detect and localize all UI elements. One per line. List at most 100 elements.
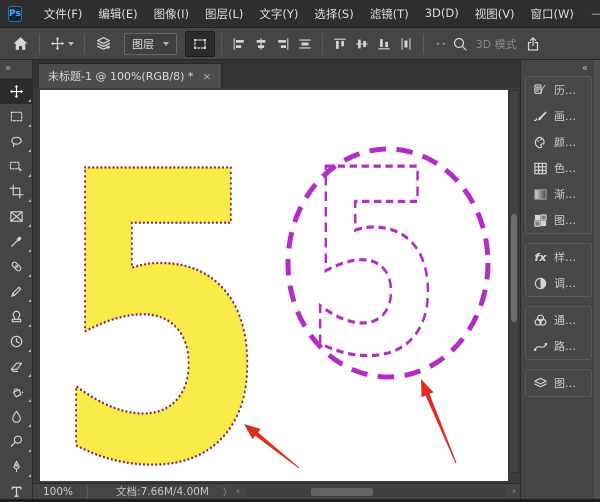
layer-select-dropdown[interactable]: 图层: [124, 33, 177, 55]
menu-image[interactable]: 图像(I): [146, 1, 197, 27]
vertical-scrollbar[interactable]: [509, 90, 519, 473]
menu-view[interactable]: 视图(V): [467, 1, 523, 27]
align-left-icon: [232, 37, 246, 51]
color-icon: [533, 135, 548, 150]
adjustments-icon: [533, 276, 548, 291]
auto-select-button[interactable]: [91, 31, 116, 57]
home-button[interactable]: [8, 31, 33, 57]
tool-clone-stamp[interactable]: [0, 304, 33, 329]
blur-icon: [9, 409, 24, 424]
panel-tab-paths[interactable]: 路…: [526, 333, 591, 359]
panel-tab-gradients[interactable]: 渐…: [526, 181, 591, 207]
panel-tab-patterns[interactable]: 图…: [526, 207, 591, 233]
tool-lasso[interactable]: [0, 129, 33, 154]
menu-layer[interactable]: 图层(L): [197, 1, 251, 27]
tool-blur[interactable]: [0, 404, 33, 429]
tool-crop[interactable]: [0, 179, 33, 204]
dashed-number: 5: [305, 116, 442, 413]
menu-3d[interactable]: 3D(D): [417, 1, 467, 27]
tool-dodge[interactable]: [0, 429, 33, 454]
panel-tab-channels[interactable]: 通…: [526, 307, 591, 333]
zoom-level[interactable]: 100%: [33, 486, 88, 498]
photoshop-window: Ps 文件(F) 编辑(E) 图像(I) 图层(L) 文字(Y) 选择(S) 滤…: [0, 0, 600, 502]
distribute-vertical-button[interactable]: [395, 31, 417, 57]
minimize-button[interactable]: —: [582, 0, 600, 27]
tool-paint-bucket[interactable]: [0, 379, 33, 404]
tool-eraser[interactable]: [0, 354, 33, 379]
align-middle-vertical-button[interactable]: [351, 31, 373, 57]
patterns-icon: [533, 213, 548, 228]
status-flyout-arrow[interactable]: 〉: [223, 485, 232, 498]
menu-edit[interactable]: 编辑(E): [90, 1, 145, 27]
eyedropper-icon: [9, 234, 24, 249]
status-bar: 100% 文档:7.66M/4.00M 〉 ‹ ›: [33, 483, 520, 499]
show-transform-controls-button[interactable]: [185, 31, 215, 57]
panel-tab-styles[interactable]: fx 样…: [526, 244, 591, 270]
document-title: 未标题-1 @ 100%(RGB/8) *: [48, 68, 193, 84]
document-tab[interactable]: 未标题-1 @ 100%(RGB/8) * ×: [38, 63, 222, 88]
panel-tab-history[interactable]: 历…: [526, 77, 591, 103]
transform-controls-icon: [192, 36, 208, 52]
panel-tab-color[interactable]: 颜…: [526, 129, 591, 155]
align-bottom-button[interactable]: [373, 31, 395, 57]
menu-items: 文件(F) 编辑(E) 图像(I) 图层(L) 文字(Y) 选择(S) 滤镜(T…: [36, 1, 582, 27]
menu-select[interactable]: 选择(S): [306, 1, 361, 27]
canvas[interactable]: 5 5: [40, 90, 508, 481]
paint-bucket-icon: [9, 384, 24, 399]
vertical-scrollbar-thumb[interactable]: [511, 214, 517, 322]
align-top-icon: [333, 37, 347, 51]
toolbar-expand-button[interactable]: »: [0, 60, 32, 79]
scroll-left-arrow[interactable]: ‹: [236, 486, 240, 497]
align-right-button[interactable]: [272, 31, 294, 57]
menu-bar: Ps 文件(F) 编辑(E) 图像(I) 图层(L) 文字(Y) 选择(S) 滤…: [0, 0, 600, 27]
app-logo-icon[interactable]: Ps: [8, 6, 22, 22]
panel-tab-swatches[interactable]: 色…: [526, 155, 591, 181]
align-left-button[interactable]: [228, 31, 250, 57]
panel-label: 历…: [554, 82, 576, 98]
tool-spot-healing-brush[interactable]: [0, 254, 33, 279]
tool-frame[interactable]: [0, 204, 33, 229]
outlined-number-five: 5: [305, 116, 442, 413]
align-top-button[interactable]: [329, 31, 351, 57]
panel-tab-layers[interactable]: 图…: [526, 370, 591, 396]
canvas-viewport: 5 5: [33, 88, 520, 483]
divider: [423, 34, 424, 54]
tool-pen[interactable]: [0, 454, 33, 479]
channels-icon: [533, 313, 548, 328]
move-tool-icon: [9, 84, 24, 99]
panel-group-4: 图…: [525, 369, 592, 397]
panel-tab-adjustments[interactable]: 调…: [526, 270, 591, 296]
tools-panel: »: [0, 60, 33, 499]
distribute-horizontal-button[interactable]: [294, 31, 316, 57]
tool-move[interactable]: [0, 79, 33, 104]
menu-type[interactable]: 文字(Y): [251, 1, 306, 27]
align-bottom-icon: [377, 37, 391, 51]
menu-window[interactable]: 窗口(W): [523, 1, 582, 27]
panel-label: 通…: [554, 312, 576, 328]
horizontal-scrollbar[interactable]: [246, 487, 506, 497]
search-button[interactable]: [448, 31, 472, 57]
tool-history-brush[interactable]: [0, 329, 33, 354]
more-options-button[interactable]: ··: [436, 37, 448, 51]
menu-filter[interactable]: 滤镜(T): [362, 1, 417, 27]
move-tool-options-button[interactable]: [46, 31, 78, 57]
panel-tab-brushes[interactable]: 画…: [526, 103, 591, 129]
tool-object-selection[interactable]: [0, 154, 33, 179]
document-tab-bar: 未标题-1 @ 100%(RGB/8) * ×: [33, 60, 520, 88]
tool-eyedropper[interactable]: [0, 229, 33, 254]
panel-collapse-button[interactable]: «: [521, 60, 600, 76]
brush-icon: [9, 284, 24, 299]
tool-rectangular-marquee[interactable]: [0, 104, 33, 129]
align-center-horizontal-button[interactable]: [250, 31, 272, 57]
brushes-icon: [533, 109, 548, 124]
filled-number-five: 5: [52, 90, 269, 481]
tab-close-icon[interactable]: ×: [202, 70, 211, 83]
horizontal-scrollbar-thumb[interactable]: [311, 488, 373, 496]
document-info: 文档:7.66M/4.00M: [116, 484, 209, 499]
scroll-right-arrow[interactable]: ›: [512, 486, 516, 497]
share-button[interactable]: [521, 31, 545, 57]
tool-brush[interactable]: [0, 279, 33, 304]
workspace: »: [0, 60, 600, 499]
menu-file[interactable]: 文件(F): [36, 1, 91, 27]
divider: [84, 34, 85, 54]
